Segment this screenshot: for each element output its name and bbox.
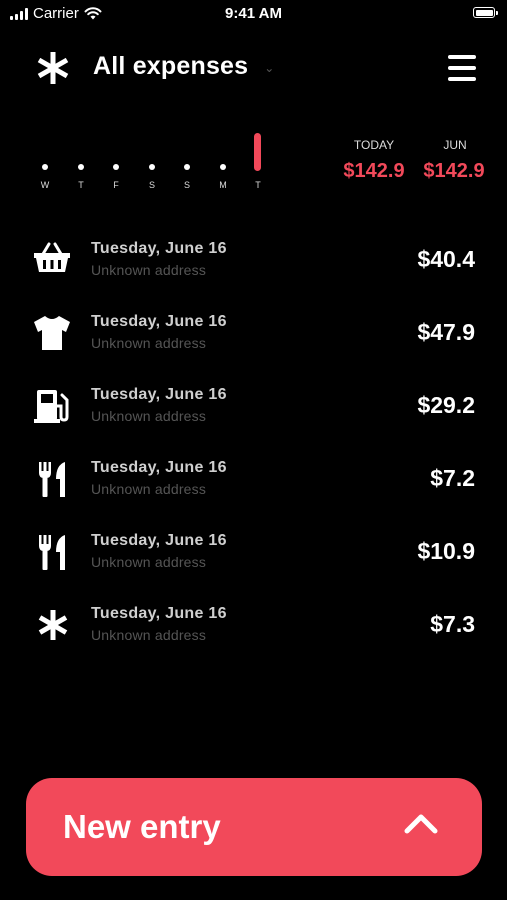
expense-date: Tuesday, June 16 xyxy=(91,313,227,330)
hamburger-menu-icon xyxy=(448,55,476,59)
expense-amount: $47.9 xyxy=(417,319,475,345)
expense-address: Unknown address xyxy=(91,481,207,497)
day-label: S xyxy=(148,180,155,190)
chevron-up-icon xyxy=(404,814,438,834)
expense-address: Unknown address xyxy=(91,554,207,570)
expense-amount: $7.3 xyxy=(430,611,475,637)
new-entry-button[interactable]: New entry xyxy=(26,778,482,876)
expense-date: Tuesday, June 16 xyxy=(91,605,227,622)
new-entry-label: New entry xyxy=(63,808,221,845)
status-bar: Carrier 9:41 AM xyxy=(0,0,507,30)
day-dot xyxy=(220,164,226,170)
asterisk-icon xyxy=(38,610,68,640)
expense-row[interactable]: Tuesday, June 16 Unknown address $40.4 xyxy=(0,224,507,297)
expense-row[interactable]: Tuesday, June 16 Unknown address $47.9 xyxy=(0,297,507,370)
expense-date: Tuesday, June 16 xyxy=(91,459,227,476)
month-label: JUN xyxy=(443,138,467,152)
today-total: $142.9 xyxy=(343,160,405,182)
tshirt-icon xyxy=(34,316,70,350)
expense-amount: $10.9 xyxy=(417,538,475,564)
basket-icon xyxy=(34,242,70,272)
day-label: F xyxy=(113,180,119,190)
expense-row[interactable]: Tuesday, June 16 Unknown address $29.2 xyxy=(0,370,507,443)
fuel-pump-icon xyxy=(34,390,69,423)
selected-day-bar xyxy=(254,133,261,171)
expense-row[interactable]: Tuesday, June 16 Unknown address $7.3 xyxy=(0,589,507,662)
expense-amount: $40.4 xyxy=(417,246,475,272)
battery-icon xyxy=(473,7,498,18)
day-label: T xyxy=(78,180,84,190)
day-label: W xyxy=(40,180,50,190)
today-label: TODAY xyxy=(353,138,395,152)
expense-amount: $29.2 xyxy=(417,392,475,418)
expense-address: Unknown address xyxy=(91,335,207,351)
category-selector[interactable]: All expenses ⌄ xyxy=(93,52,274,81)
month-total: $142.9 xyxy=(423,160,485,182)
expense-row[interactable]: Tuesday, June 16 Unknown address $10.9 xyxy=(0,516,507,589)
hamburger-line xyxy=(448,66,476,70)
day-dot xyxy=(78,164,84,170)
asterisk-logo-icon xyxy=(37,52,69,84)
expense-date: Tuesday, June 16 xyxy=(91,386,227,403)
day-label: S xyxy=(183,180,190,190)
day-dot xyxy=(184,164,190,170)
page-title: All expenses xyxy=(93,52,249,80)
expense-amount: $7.2 xyxy=(430,465,475,491)
chevron-down-icon: ⌄ xyxy=(264,60,275,75)
day-dot xyxy=(113,164,119,170)
fork-knife-icon xyxy=(39,462,65,497)
day-dot xyxy=(42,164,48,170)
expense-address: Unknown address xyxy=(91,408,207,424)
expense-row[interactable]: Tuesday, June 16 Unknown address $7.2 xyxy=(0,443,507,516)
expense-date: Tuesday, June 16 xyxy=(91,240,227,257)
expense-address: Unknown address xyxy=(91,262,207,278)
day-dot xyxy=(149,164,155,170)
menu-button[interactable] xyxy=(448,55,478,81)
expense-address: Unknown address xyxy=(91,627,207,643)
expense-date: Tuesday, June 16 xyxy=(91,532,227,549)
fork-knife-icon xyxy=(39,535,65,570)
hamburger-line xyxy=(448,77,476,81)
day-label: T xyxy=(255,180,261,190)
status-time: 9:41 AM xyxy=(225,5,282,22)
day-label: M xyxy=(219,180,227,190)
